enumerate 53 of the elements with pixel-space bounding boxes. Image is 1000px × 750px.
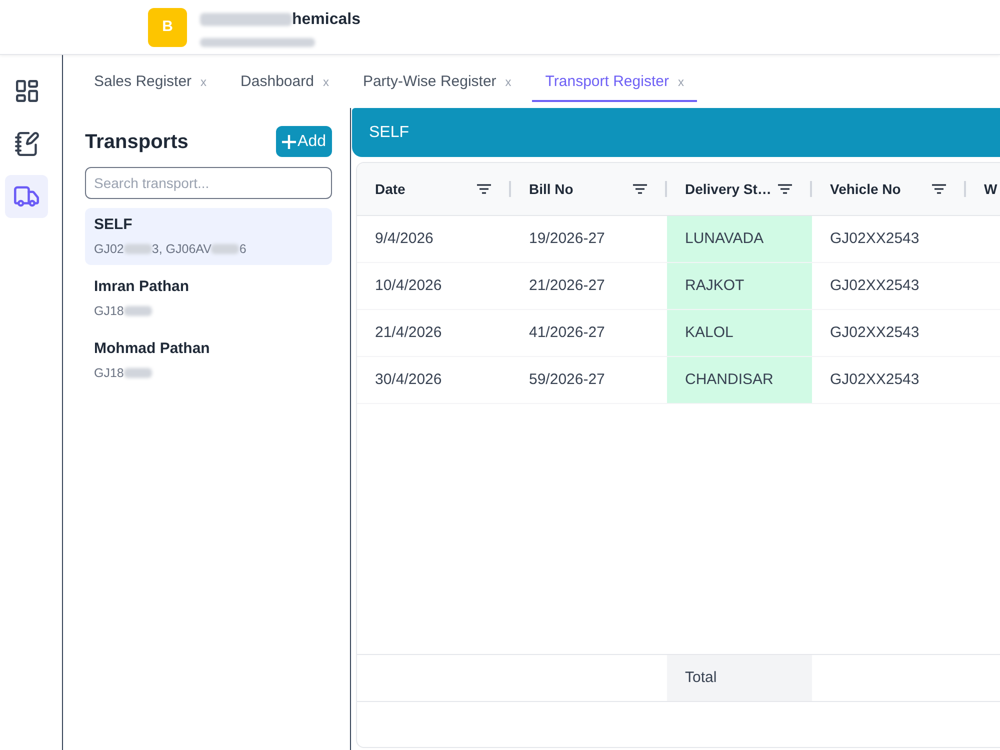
- table-cell-text: 21/2026-27: [528, 276, 606, 296]
- notebook-pen-icon: [14, 132, 38, 156]
- total-label: Total: [667, 655, 812, 701]
- dashboard-grid-icon: [16, 80, 38, 102]
- transport-list-item[interactable]: SELF GJ02 3, GJ06AV 6: [85, 208, 332, 265]
- column-header[interactable]: Vehicle No: [830, 178, 932, 200]
- tab[interactable]: Dashboard x: [228, 64, 342, 102]
- transport-name: Mohmad Pathan: [94, 339, 211, 360]
- vehicle-number: GJ18: [94, 364, 124, 382]
- vehicle-number: 6: [239, 240, 246, 258]
- filter-icon[interactable]: [932, 184, 946, 194]
- table-cell-text: GJ02XX2543: [829, 370, 920, 390]
- vehicle-number: GJ18: [94, 302, 124, 320]
- table-cell-text: 9/4/2026: [374, 228, 434, 249]
- table-cell-text: GJ02XX2543: [829, 322, 920, 343]
- truck-icon: [14, 186, 39, 208]
- table-cell-text: GJ02XX2543: [829, 276, 920, 296]
- plus-icon: [282, 134, 296, 148]
- tab[interactable]: Party-Wise Register x: [350, 64, 524, 102]
- table-cell: CHANDISAR: [667, 357, 812, 403]
- redacted-text: [124, 244, 152, 254]
- table-cell-text: GJ02XX2543: [829, 228, 920, 249]
- table-cell-text: 21/4/2026: [374, 322, 443, 343]
- table-cell-text: 41/2026-27: [528, 322, 606, 343]
- filter-icon[interactable]: [633, 184, 647, 194]
- add-button[interactable]: Add: [276, 126, 332, 157]
- redacted-text: [211, 244, 240, 254]
- redacted-text: [124, 306, 152, 316]
- table-cell-text: 19/2026-27: [528, 228, 606, 249]
- table-cell: LUNAVADA: [667, 216, 812, 262]
- transport-name: SELF: [94, 215, 134, 236]
- table-cell: KALOL: [667, 310, 812, 356]
- search-field[interactable]: Search transport...: [85, 167, 332, 199]
- vehicle-number: 3, GJ06AV: [152, 240, 212, 258]
- company-name: hemicals: [292, 10, 360, 30]
- column-header[interactable]: W: [984, 178, 1000, 200]
- column-header[interactable]: Bill No: [529, 178, 633, 200]
- panel-title: Transports: [85, 130, 188, 154]
- filter-icon[interactable]: [477, 184, 491, 194]
- table-cell-text: 10/4/2026: [374, 276, 443, 296]
- tab[interactable]: Sales Register x: [81, 64, 220, 102]
- table-cell-text: 59/2026-27: [528, 370, 606, 390]
- title-bar: SELF: [352, 108, 1000, 157]
- filter-icon[interactable]: [778, 184, 792, 194]
- table-cell: RAJKOT: [667, 263, 812, 309]
- redacted-text: [124, 368, 152, 378]
- column-header[interactable]: Delivery St…: [685, 178, 778, 200]
- tab[interactable]: Transport Register x: [532, 64, 697, 102]
- vehicle-number: GJ02: [94, 240, 124, 258]
- table-cell-text: 30/4/2026: [374, 370, 443, 390]
- column-header[interactable]: Date: [375, 178, 477, 200]
- company-logo: B: [148, 8, 187, 46]
- transport-name: Imran Pathan: [94, 277, 190, 298]
